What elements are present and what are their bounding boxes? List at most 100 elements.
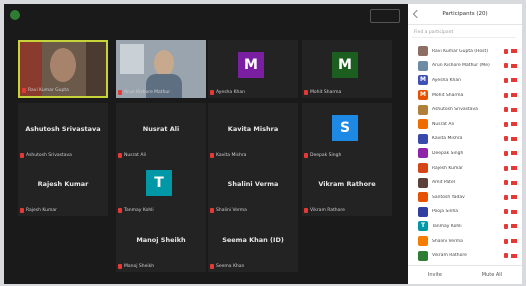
tile-caption: Mohit Sharma — [304, 89, 341, 96]
mic-muted-icon — [504, 238, 508, 244]
mic-muted-icon — [210, 208, 214, 213]
participant-name: Manoj Sheikh — [136, 236, 186, 244]
tile-caption-text: Seema Khan — [216, 264, 245, 269]
avatar: T — [418, 221, 428, 232]
video-tile[interactable]: Nusrat Ali Nusrat Ali — [116, 103, 206, 161]
participant-name: Ayesha Khan — [432, 77, 462, 83]
mic-muted-icon — [504, 63, 508, 69]
video-tile[interactable]: Shalini Verma Shalini Verma — [208, 158, 298, 216]
participant-name: Vikram Rathore — [432, 253, 467, 259]
mic-muted-icon — [504, 92, 508, 98]
participant-row[interactable]: Nusrat Ali — [408, 117, 522, 132]
video-tile[interactable]: Ravi Kumar Gupta — [18, 40, 108, 98]
participants-header: Participants (20) — [408, 4, 522, 25]
mic-muted-icon — [504, 223, 508, 229]
mic-muted-icon — [210, 264, 214, 269]
avatar — [418, 177, 428, 188]
participant-row[interactable]: Amit Patel — [408, 175, 522, 190]
mic-muted-icon — [504, 165, 508, 171]
video-tile[interactable]: Ashutosh Srivastava Ashutosh Srivastava — [18, 103, 108, 161]
mic-muted-icon — [504, 48, 508, 54]
avatar — [418, 119, 428, 130]
video-tile[interactable]: Seema Khan (ID) Seema Khan — [208, 214, 298, 272]
participant-search-input[interactable]: Find a participant — [412, 28, 516, 38]
participant-row[interactable]: Kavita Mishra — [408, 132, 522, 147]
participant-name: Ashutosh Srivastava — [25, 125, 101, 133]
participant-name: Kavita Mishra — [432, 136, 463, 142]
participants-footer: Invite Mute All — [408, 265, 522, 284]
tile-caption: Rajesh Kumar — [20, 207, 57, 214]
video-tile[interactable]: T Tanmay Kohli — [116, 158, 206, 216]
camera-off-icon — [511, 239, 517, 244]
participant-row[interactable]: Deepak Singh — [408, 146, 522, 161]
mic-muted-icon — [304, 90, 308, 95]
participant-row[interactable]: Santosh Yadav — [408, 190, 522, 205]
participant-name: Amit Patel — [432, 180, 455, 186]
video-tile[interactable]: M Mohit Sharma — [302, 40, 392, 98]
mic-muted-icon — [118, 208, 122, 213]
camera-off-icon — [511, 151, 517, 156]
video-tile[interactable]: Vikram Rathore Vikram Rathore — [302, 158, 392, 216]
participant-name: Nusrat Ali — [142, 125, 180, 133]
participants-title: Participants (20) — [442, 11, 488, 17]
video-tile[interactable]: Manoj Sheikh Manoj Sheikh — [116, 214, 206, 272]
participant-row[interactable]: Vikram Rathore — [408, 248, 522, 263]
view-button[interactable] — [370, 9, 400, 23]
mic-muted-icon — [22, 88, 26, 93]
avatar — [418, 133, 428, 144]
participant-row[interactable]: M Mohit Sharma — [408, 88, 522, 103]
avatar — [418, 46, 428, 57]
video-tile[interactable]: Arun Kishore Mathur — [116, 40, 206, 98]
participant-row[interactable]: T Tanmay Kohli — [408, 219, 522, 234]
tile-caption: Tanmay Kohli — [118, 207, 154, 214]
invite-button[interactable]: Invite — [428, 272, 442, 278]
camera-off-icon — [511, 122, 517, 127]
participant-name: Kavita Mishra — [227, 125, 279, 133]
camera-off-icon — [511, 49, 517, 54]
participant-row[interactable]: Arun Kishore Mathur (Me) — [408, 59, 522, 74]
meeting-topbar — [4, 4, 408, 28]
video-tile[interactable]: Rajesh Kumar Rajesh Kumar — [18, 158, 108, 216]
participant-name: Deepak Singh — [432, 150, 464, 156]
participants-panel: Participants (20) Find a participant Rav… — [408, 4, 522, 284]
participant-name: Nusrat Ali — [432, 121, 454, 127]
camera-off-icon — [511, 93, 517, 98]
chevron-down-icon[interactable] — [412, 9, 422, 19]
participant-list: Ravi Kumar Gupta (Host) Arun Kishore Math… — [408, 44, 522, 263]
avatar — [418, 163, 428, 174]
participant-name: Shalini Verma — [432, 238, 463, 244]
camera-off-icon — [511, 195, 517, 200]
participant-row[interactable]: Ravi Kumar Gupta (Host) — [408, 44, 522, 59]
tile-caption-text: Tanmay Kohli — [124, 208, 154, 213]
participant-name: Rajesh Kumar — [432, 165, 464, 171]
video-tile[interactable]: M Ayesha Khan — [208, 40, 298, 98]
participant-row[interactable]: M Ayesha Khan — [408, 73, 522, 88]
participant-row[interactable]: Rajesh Kumar — [408, 161, 522, 176]
mic-muted-icon — [504, 107, 508, 113]
video-tile[interactable]: Kavita Mishra Kavita Mishra — [208, 103, 298, 161]
meeting-window: Ravi Kumar Gupta Arun Kishore Mathur M Ayes… — [4, 4, 522, 284]
participant-name: Mohit Sharma — [432, 92, 464, 98]
camera-off-icon — [511, 180, 517, 185]
participant-name: Santosh Yadav — [432, 194, 465, 200]
video-tile[interactable]: S Deepak Singh — [302, 103, 392, 161]
tile-caption-text: Vikram Rathore — [310, 208, 345, 213]
mic-muted-icon — [20, 208, 24, 213]
camera-off-icon — [511, 166, 517, 171]
shield-icon[interactable] — [10, 10, 20, 20]
avatar — [418, 206, 428, 217]
mic-muted-icon — [118, 264, 122, 269]
mute-all-button[interactable]: Mute All — [482, 272, 502, 278]
mic-muted-icon — [504, 121, 508, 127]
avatar: M — [418, 90, 428, 101]
participant-row[interactable]: Ashutosh Srivastava — [408, 102, 522, 117]
camera-off-icon — [511, 136, 517, 141]
avatar: M — [418, 75, 428, 86]
mic-muted-icon — [504, 253, 508, 259]
tile-caption: Ravi Kumar Gupta — [22, 87, 69, 94]
mic-muted-icon — [504, 194, 508, 200]
avatar: M — [238, 52, 264, 78]
participant-row[interactable]: Shalini Verma — [408, 234, 522, 249]
participant-row[interactable]: Pooja Sinha — [408, 205, 522, 220]
tile-caption-text: Ravi Kumar Gupta — [28, 88, 69, 93]
